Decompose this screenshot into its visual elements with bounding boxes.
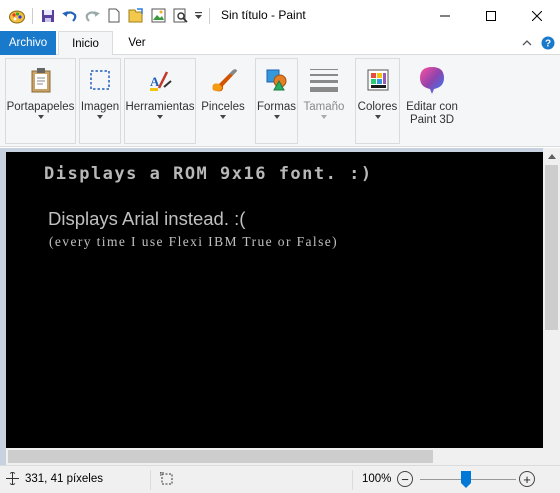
flexi-text: (every time I use Flexi IBM True or Fals… — [49, 234, 339, 249]
zoom-out-button[interactable]: − — [397, 471, 413, 487]
line-size-icon — [308, 64, 340, 96]
qat-separator — [32, 7, 33, 24]
tools-group[interactable]: A Herramientas — [124, 58, 196, 144]
colors-label: Colores — [357, 101, 398, 113]
size-group: Tamaño — [300, 58, 348, 144]
cursor-position-text: 331, 41 píxeles — [25, 472, 104, 485]
crosshair-icon — [6, 472, 19, 485]
clipboard-icon — [25, 64, 57, 96]
cursor-position: 331, 41 píxeles — [6, 472, 103, 485]
vertical-scroll-thumb[interactable] — [545, 165, 558, 330]
brushes-group[interactable]: Pinceles — [199, 58, 247, 144]
paint3d-label-line1: Editar con — [406, 101, 458, 113]
arial-text: Displays Arial instead. :( — [48, 208, 246, 229]
paint3d-icon — [416, 64, 448, 96]
close-button[interactable] — [514, 0, 560, 31]
save-icon[interactable] — [37, 0, 59, 31]
brush-icon — [207, 64, 239, 96]
tab-archivo[interactable]: Archivo — [0, 31, 56, 55]
colors-group[interactable]: Colores — [355, 58, 400, 144]
horizontal-scroll-thumb[interactable] — [8, 450, 433, 463]
ribbon: Portapapeles Imagen A Herramientas Pince… — [0, 55, 560, 147]
tab-ver[interactable]: Ver — [113, 31, 161, 55]
status-separator — [150, 470, 151, 490]
ribbon-tabs: Archivo Inicio Ver ? — [0, 31, 560, 56]
svg-text:?: ? — [545, 39, 551, 50]
shapes-icon — [261, 64, 293, 96]
select-icon — [84, 64, 116, 96]
rom-font-text: Displays a ROM 9x16 font. :) — [44, 164, 373, 184]
workspace: Displays a ROM 9x16 font. :) Displays Ar… — [0, 148, 560, 465]
collapse-ribbon-chevron-icon[interactable] — [517, 31, 537, 55]
qat-separator — [209, 7, 210, 24]
quick-access-toolbar — [0, 0, 214, 31]
paint3d-label-line2: Paint 3D — [409, 114, 455, 126]
redo-icon[interactable] — [81, 0, 103, 31]
tab-inicio[interactable]: Inicio — [58, 31, 113, 56]
window-title: Sin título - Paint — [221, 8, 306, 22]
chevron-down-icon — [321, 115, 327, 119]
scroll-up-icon[interactable] — [543, 148, 560, 165]
colors-icon — [362, 64, 394, 96]
clipboard-group[interactable]: Portapapeles — [5, 58, 76, 144]
chevron-down-icon — [157, 115, 163, 119]
shapes-label: Formas — [257, 101, 296, 113]
print-preview-icon[interactable] — [169, 0, 191, 31]
image-label: Imagen — [80, 101, 120, 113]
zoom-level: 100% — [362, 473, 392, 485]
status-bar: 331, 41 píxeles 100% − + — [0, 465, 560, 493]
open-file-icon[interactable] — [125, 0, 147, 31]
image-group[interactable]: Imagen — [79, 58, 121, 144]
scrollbar-corner — [543, 448, 560, 465]
tools-icon: A — [144, 64, 176, 96]
title-bar: Sin título - Paint — [0, 0, 560, 31]
horizontal-scrollbar[interactable] — [6, 448, 543, 465]
image-icon[interactable] — [147, 0, 169, 31]
chevron-down-icon — [97, 115, 103, 119]
chevron-down-icon — [273, 115, 280, 119]
new-file-icon[interactable] — [103, 0, 125, 31]
vertical-scrollbar[interactable] — [543, 148, 560, 448]
undo-icon[interactable] — [59, 0, 81, 31]
size-label: Tamaño — [303, 101, 345, 113]
status-separator — [352, 470, 353, 490]
selection-size-icon — [159, 471, 174, 489]
chevron-down-icon — [220, 115, 226, 119]
maximize-button[interactable] — [468, 0, 514, 31]
zoom-slider-thumb[interactable] — [461, 471, 471, 488]
help-icon[interactable]: ? — [539, 31, 557, 55]
minimize-button[interactable] — [422, 0, 468, 31]
paint-app-icon[interactable] — [6, 0, 28, 31]
shapes-group[interactable]: Formas — [255, 58, 298, 144]
brushes-label: Pinceles — [201, 101, 245, 113]
clipboard-label: Portapapeles — [6, 101, 75, 113]
chevron-down-icon — [374, 115, 381, 119]
chevron-down-icon — [37, 115, 44, 119]
customize-dropdown-icon[interactable] — [191, 0, 205, 31]
tools-label: Herramientas — [125, 101, 195, 113]
paint3d-button[interactable]: Editar con Paint 3D — [402, 58, 462, 144]
drawing-canvas[interactable]: Displays a ROM 9x16 font. :) Displays Ar… — [6, 152, 543, 448]
zoom-in-button[interactable]: + — [519, 471, 535, 487]
